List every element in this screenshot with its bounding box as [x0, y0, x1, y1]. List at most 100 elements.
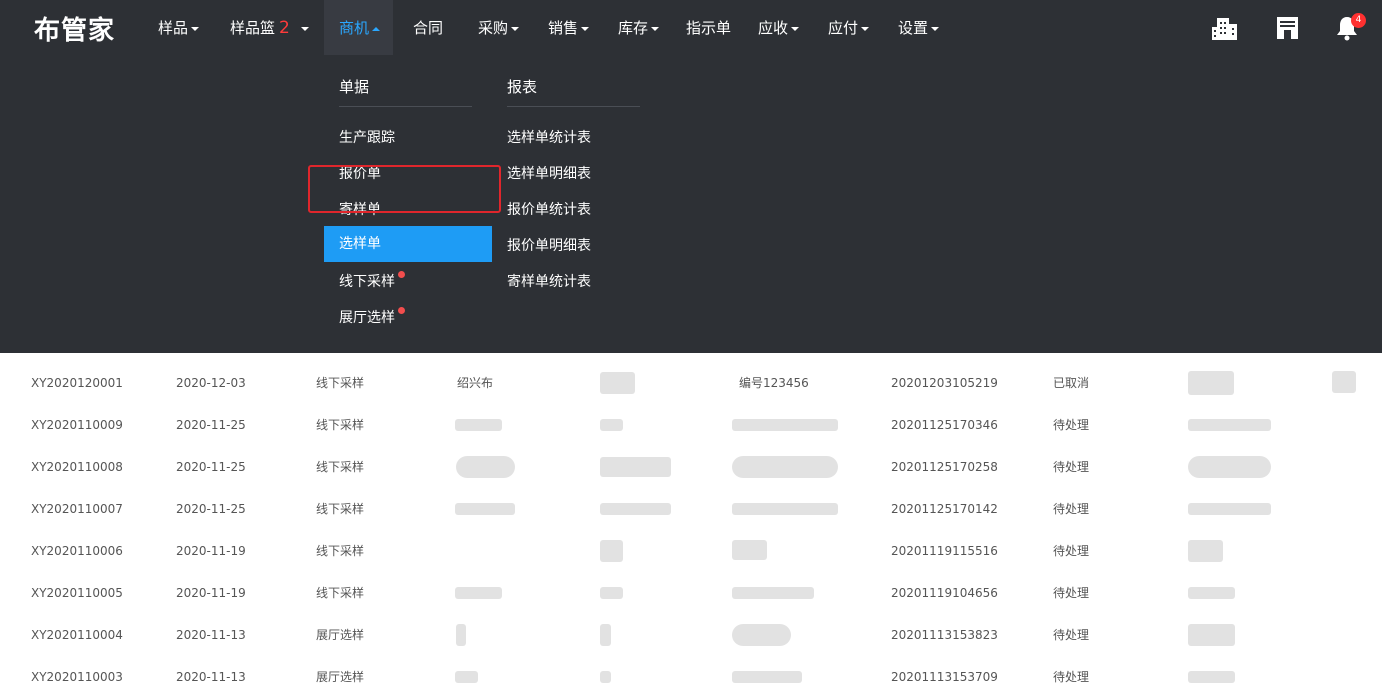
menu-item-showroom-selection[interactable]: 展厅选样: [339, 307, 405, 327]
nav-opportunity-label: 商机: [339, 19, 370, 37]
menu-item-shipment-stats[interactable]: 寄样单统计表: [507, 271, 591, 291]
table-row[interactable]: XY2020110008 2020-11-25 线下采样 20201125170…: [0, 446, 1382, 488]
redacted-cell: [732, 419, 838, 431]
order-number-cell[interactable]: XY2020110004: [31, 614, 123, 656]
order-number-cell[interactable]: XY2020110008: [31, 446, 123, 488]
selection-highlight-outline: [308, 165, 501, 213]
redacted-cell: [1188, 624, 1235, 646]
menu-item-showroom-selection-label: 展厅选样: [339, 310, 395, 326]
order-number-cell[interactable]: XY2020110003: [31, 656, 123, 697]
redacted-cell: [600, 587, 623, 599]
opportunity-dropdown-menu: 单据 报表 生产跟踪 报价单 寄样单 选样单 线下采样 展厅选样 选样单统计表 …: [0, 55, 1382, 353]
order-number-cell[interactable]: XY2020110009: [31, 404, 123, 446]
redacted-cell: [600, 419, 623, 431]
menu-item-sample-selection[interactable]: 选样单: [324, 226, 492, 262]
nav-purchase[interactable]: 采购: [478, 0, 520, 55]
date-cell: 2020-11-19: [176, 586, 246, 600]
nav-contract[interactable]: 合同: [413, 0, 443, 55]
chevron-down-icon: [931, 26, 940, 31]
type-cell: 线下采样: [316, 376, 365, 390]
nav-settings-label: 设置: [898, 19, 929, 37]
nav-sample-basket[interactable]: 样品篮 2: [230, 0, 309, 55]
table-row[interactable]: XY2020110004 2020-11-13 展厅选样 20201113153…: [0, 614, 1382, 656]
new-dot-icon: [398, 307, 405, 314]
redacted-cell: [1332, 371, 1356, 393]
app-logo[interactable]: 布管家: [34, 10, 115, 47]
code-cell: 20201125170142: [891, 502, 998, 516]
order-number-cell[interactable]: XY2020110005: [31, 572, 123, 614]
redacted-cell: [1188, 540, 1223, 562]
nav-instruction-label: 指示单: [686, 19, 732, 37]
store-icon[interactable]: [1275, 15, 1303, 41]
nav-settings[interactable]: 设置: [898, 0, 940, 55]
nav-sample-basket-label: 样品篮: [230, 19, 276, 37]
redacted-cell: [1188, 456, 1271, 478]
menu-item-quotation-stats[interactable]: 报价单统计表: [507, 199, 591, 219]
nav-receivable-label: 应收: [758, 19, 789, 37]
status-cell: 待处理: [1053, 418, 1090, 432]
chevron-down-icon: [191, 26, 200, 31]
nav-instruction[interactable]: 指示单: [686, 0, 731, 55]
nav-sales-label: 销售: [548, 19, 579, 37]
nav-sales[interactable]: 销售: [548, 0, 590, 55]
nav-payable-label: 应付: [828, 19, 859, 37]
redacted-cell: [455, 503, 515, 515]
type-cell: 线下采样: [316, 586, 365, 600]
documents-column-title: 单据: [339, 78, 370, 96]
table-row[interactable]: XY2020110005 2020-11-19 线下采样 20201119104…: [0, 572, 1382, 614]
chevron-down-icon: [791, 26, 800, 31]
nav-samples[interactable]: 样品: [158, 0, 200, 55]
menu-item-production-tracking[interactable]: 生产跟踪: [339, 127, 395, 147]
table-row[interactable]: XY2020110009 2020-11-25 线下采样 20201125170…: [0, 404, 1382, 446]
menu-item-quotation-detail[interactable]: 报价单明细表: [507, 235, 591, 255]
redacted-cell: [732, 671, 802, 683]
table-row[interactable]: XY2020110007 2020-11-25 线下采样 20201125170…: [0, 488, 1382, 530]
date-cell: 2020-12-03: [176, 376, 246, 390]
reference-cell: 编号123456: [739, 376, 809, 390]
date-cell: 2020-11-25: [176, 502, 246, 516]
table-row[interactable]: XY2020110006 2020-11-19 线下采样 20201119115…: [0, 530, 1382, 572]
redacted-cell: [456, 624, 466, 646]
table-row[interactable]: XY2020120001 2020-12-03 线下采样 绍兴布 编号12345…: [0, 362, 1382, 404]
status-cell: 待处理: [1053, 460, 1090, 474]
redacted-cell: [600, 457, 671, 477]
status-cell: 待处理: [1053, 670, 1090, 684]
status-cell: 待处理: [1053, 586, 1090, 600]
order-number-cell[interactable]: XY2020110006: [31, 530, 123, 572]
order-number-cell[interactable]: XY2020110007: [31, 488, 123, 530]
company-icon[interactable]: [1211, 15, 1239, 41]
order-number-cell[interactable]: XY2020120001: [31, 362, 123, 404]
type-cell: 线下采样: [316, 502, 365, 516]
date-cell: 2020-11-25: [176, 460, 246, 474]
status-cell: 待处理: [1053, 544, 1090, 558]
reports-column-title: 报表: [507, 78, 538, 96]
code-cell: 20201119104656: [891, 586, 998, 600]
nav-payable[interactable]: 应付: [828, 0, 870, 55]
redacted-cell: [732, 624, 791, 646]
nav-receivable[interactable]: 应收: [758, 0, 800, 55]
chevron-down-icon: [581, 26, 590, 31]
redacted-cell: [455, 671, 478, 683]
nav-contract-label: 合同: [413, 19, 444, 37]
menu-item-selection-detail[interactable]: 选样单明细表: [507, 163, 591, 183]
basket-count-badge: 2: [279, 18, 290, 38]
redacted-cell: [600, 503, 671, 515]
table-row[interactable]: XY2020110003 2020-11-13 展厅选样 20201113153…: [0, 656, 1382, 697]
menu-item-offline-sampling-label: 线下采样: [339, 274, 395, 290]
redacted-cell: [456, 456, 515, 478]
nav-opportunity[interactable]: 商机: [324, 0, 393, 55]
status-cell: 已取消: [1053, 376, 1090, 390]
date-cell: 2020-11-13: [176, 628, 246, 642]
code-cell: 20201113153823: [891, 628, 998, 642]
redacted-cell: [732, 503, 838, 515]
date-cell: 2020-11-19: [176, 544, 246, 558]
menu-item-selection-stats[interactable]: 选样单统计表: [507, 127, 591, 147]
code-cell: 20201203105219: [891, 376, 998, 390]
menu-item-offline-sampling[interactable]: 线下采样: [339, 271, 405, 291]
type-cell: 展厅选样: [316, 628, 365, 642]
code-cell: 20201119115516: [891, 544, 998, 558]
notification-badge: 4: [1351, 13, 1366, 28]
redacted-cell: [600, 671, 611, 683]
chevron-up-icon: [372, 26, 381, 31]
nav-inventory[interactable]: 库存: [618, 0, 660, 55]
